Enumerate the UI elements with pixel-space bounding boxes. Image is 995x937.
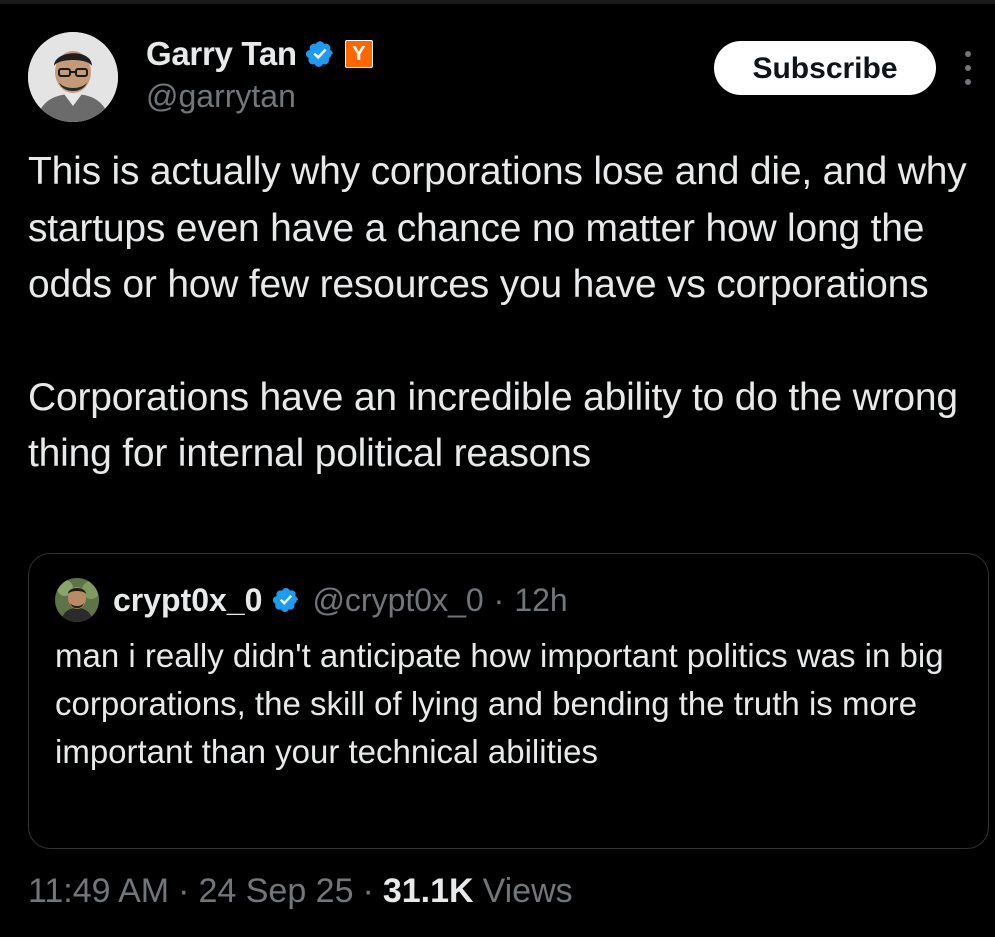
quoted-verified-badge-icon xyxy=(272,586,300,614)
separator-dot: · xyxy=(178,871,190,910)
quoted-tweet-header: crypt0x_0 @crypt0x_0 · 12h xyxy=(55,576,568,624)
separator-dot: · xyxy=(362,871,374,910)
quoted-author-avatar[interactable] xyxy=(55,578,99,622)
tweet-meta: 11:49 AM · 24 Sep 25 · 31.1K Views xyxy=(28,866,573,916)
separator-dot: · xyxy=(493,581,505,618)
tweet-body: This is actually why corporations lose a… xyxy=(28,144,988,483)
tweet-paragraph: This is actually why corporations lose a… xyxy=(28,150,967,306)
author-handle[interactable]: @garrytan xyxy=(146,78,296,115)
quoted-author-name[interactable]: crypt0x_0 xyxy=(113,582,262,619)
quoted-author-handle[interactable]: @crypt0x_0 xyxy=(312,582,483,619)
tweet-time[interactable]: 11:49 AM xyxy=(28,872,169,911)
views-label: Views xyxy=(482,871,573,910)
tweet-header: Garry Tan Y @garrytan Subscribe xyxy=(28,30,978,126)
tweet-paragraph: Corporations have an incredible ability … xyxy=(28,375,958,476)
subscribe-button[interactable]: Subscribe xyxy=(714,41,936,95)
tweet-date[interactable]: 24 Sep 25 xyxy=(198,872,353,911)
quoted-tweet-card[interactable]: crypt0x_0 @crypt0x_0 · 12h man i really … xyxy=(28,553,989,849)
author-display-name[interactable]: Garry Tan xyxy=(146,35,297,73)
affiliate-badge[interactable]: Y xyxy=(344,40,373,68)
author-name-row: Garry Tan Y xyxy=(146,34,373,74)
more-options-icon[interactable] xyxy=(958,48,978,88)
top-divider xyxy=(0,0,995,4)
quoted-tweet-time[interactable]: 12h xyxy=(514,582,567,619)
quoted-tweet-text: man i really didn't anticipate how impor… xyxy=(55,637,944,770)
verified-badge-icon[interactable] xyxy=(305,39,335,69)
views-count[interactable]: 31.1K xyxy=(383,872,474,911)
author-avatar[interactable] xyxy=(28,32,118,122)
